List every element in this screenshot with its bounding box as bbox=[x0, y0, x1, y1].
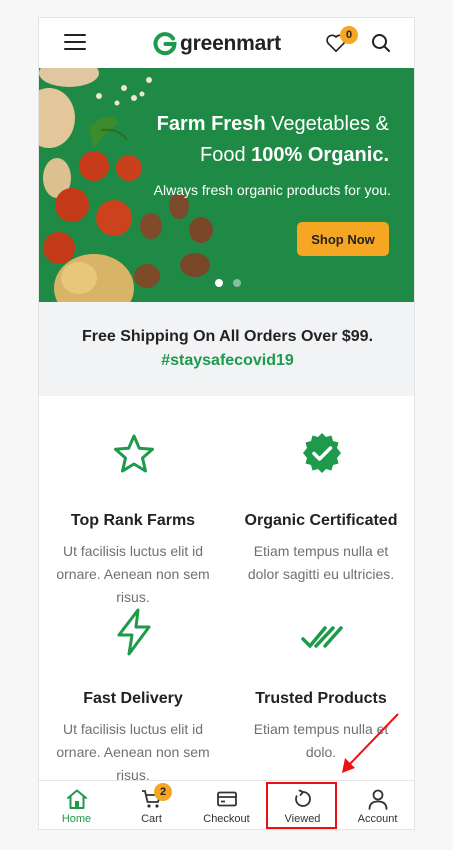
certified-badge-icon bbox=[303, 433, 341, 473]
nav-label: Cart bbox=[141, 813, 162, 825]
double-check-icon bbox=[301, 626, 343, 648]
logo[interactable]: greenmart bbox=[153, 31, 281, 57]
logo-mark-icon bbox=[153, 32, 177, 56]
annotation-highlight-box bbox=[266, 782, 337, 829]
feature-top-rank-farms: Top Rank Farms Ut facilisis luctus elit … bbox=[39, 396, 227, 605]
logo-text: greenmart bbox=[180, 32, 281, 55]
search-button[interactable] bbox=[371, 33, 391, 53]
feature-title: Organic Certificated bbox=[244, 512, 398, 529]
feature-title: Trusted Products bbox=[255, 690, 387, 707]
shop-now-button[interactable]: Shop Now bbox=[297, 222, 389, 256]
feature-desc: Etiam tempus nulla et dolor sagitti eu u… bbox=[247, 543, 395, 582]
header: greenmart 0 bbox=[39, 18, 414, 68]
covid-hashtag: #staysafecovid19 bbox=[161, 352, 294, 369]
feature-organic-certificated: Organic Certificated Etiam tempus nulla … bbox=[227, 396, 414, 586]
user-icon bbox=[368, 789, 388, 810]
checkout-card-icon bbox=[217, 791, 237, 807]
feature-title: Fast Delivery bbox=[83, 690, 183, 707]
nav-account[interactable]: Account bbox=[340, 781, 414, 829]
cart-count-badge: 2 bbox=[154, 783, 172, 801]
bottom-navigation: Home 2 Cart Checkout Viewed Account bbox=[39, 780, 414, 829]
menu-icon[interactable] bbox=[64, 33, 86, 51]
star-icon bbox=[114, 434, 154, 473]
nav-label: Account bbox=[357, 813, 398, 825]
hero-title: Farm Fresh Vegetables & Food 100% Organi… bbox=[156, 113, 389, 166]
shipping-banner: Free Shipping On All Orders Over $99. #s… bbox=[39, 302, 414, 396]
nav-label: Checkout bbox=[203, 813, 250, 825]
nav-cart[interactable]: 2 Cart bbox=[114, 781, 189, 829]
wishlist-button[interactable]: 0 bbox=[325, 26, 358, 53]
carousel-dot-1[interactable] bbox=[215, 279, 223, 287]
carousel-dot-2[interactable] bbox=[233, 279, 241, 287]
nav-home[interactable]: Home bbox=[39, 781, 114, 829]
hero-subtitle: Always fresh organic products for you. bbox=[153, 182, 391, 198]
wishlist-count-badge: 0 bbox=[340, 26, 358, 44]
annotation-arrow-icon bbox=[342, 713, 399, 773]
carousel-dots bbox=[215, 279, 241, 287]
nav-checkout[interactable]: Checkout bbox=[189, 781, 264, 829]
feature-desc: Ut facilisis luctus elit id ornare. Aene… bbox=[56, 721, 210, 783]
nav-label: Home bbox=[61, 813, 92, 825]
lightning-icon bbox=[117, 608, 151, 656]
hero-banner[interactable]: Farm Fresh Vegetables & Food 100% Organi… bbox=[39, 68, 414, 302]
feature-fast-delivery: Fast Delivery Ut facilisis luctus elit i… bbox=[39, 586, 227, 783]
free-shipping-text: Free Shipping On All Orders Over $99. bbox=[81, 328, 374, 345]
feature-title: Top Rank Farms bbox=[70, 512, 196, 529]
search-icon bbox=[372, 34, 390, 52]
home-icon bbox=[67, 789, 87, 809]
app-frame: greenmart 0 Farm Fresh Vegetables & Food… bbox=[38, 17, 415, 830]
